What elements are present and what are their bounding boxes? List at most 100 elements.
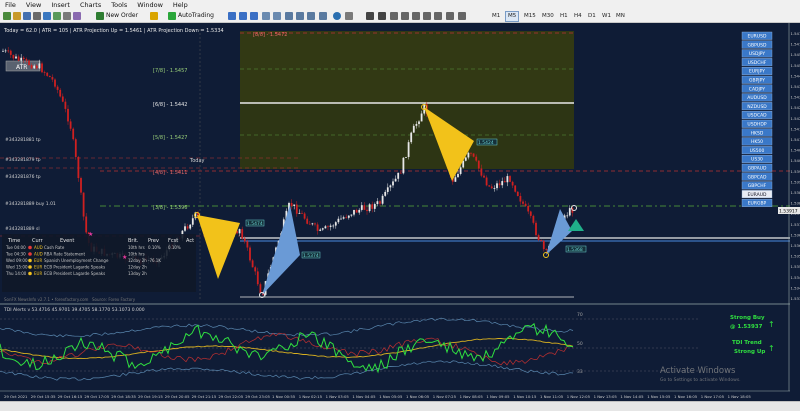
zoom-in-icon[interactable] — [262, 12, 270, 20]
timeframe-h1[interactable]: H1 — [557, 11, 571, 22]
trendline-icon[interactable] — [412, 12, 420, 20]
symbol-label[interactable]: EURAUD — [748, 192, 767, 198]
timeframe-w1[interactable]: W1 — [599, 11, 614, 22]
symbol-label[interactable]: GBPCHF — [748, 183, 767, 189]
navigator-icon[interactable] — [43, 12, 51, 20]
symbol-label[interactable]: HK50 — [751, 139, 763, 145]
zoom-out-icon[interactable] — [273, 12, 281, 20]
candle-body — [353, 210, 355, 215]
pattern-triangle-blue-1 — [262, 205, 300, 295]
time-tick: 1 Nov 12:05 — [567, 394, 591, 399]
tile-windows-icon[interactable] — [285, 12, 293, 20]
today-label: Today — [189, 158, 205, 164]
chart-window[interactable]: Today = 62.0 | ATR = 105 | ATR Projectio… — [0, 23, 800, 401]
candle-body — [260, 284, 262, 293]
candlestick-icon[interactable] — [239, 12, 247, 20]
candle-body — [44, 72, 46, 73]
symbol-label[interactable]: EURGBP — [748, 201, 767, 207]
symbol-label[interactable]: GBPCAD — [748, 174, 768, 180]
menu-insert[interactable]: Insert — [46, 0, 75, 10]
time-tick: 1 Nov 18:05 — [728, 394, 752, 399]
news-cell: Wed 09:00 — [6, 258, 28, 263]
new-chart-icon[interactable] — [3, 12, 11, 20]
symbol-label[interactable]: EURJPY — [749, 69, 765, 75]
symbol-label[interactable]: HKSD — [751, 130, 764, 136]
options-icon[interactable] — [73, 12, 81, 20]
news-cell: EUR — [34, 258, 42, 263]
news-header: Event — [60, 238, 74, 244]
candle-body — [239, 229, 241, 233]
atr-button[interactable]: ATR — [16, 64, 27, 71]
symbol-label[interactable]: USDCAD — [747, 113, 767, 119]
symbol-label[interactable]: NZDUSD — [747, 104, 767, 110]
autoscroll-icon[interactable] — [296, 12, 304, 20]
news-cell: Spanish Unemployment Change — [44, 258, 109, 263]
candle-body — [254, 267, 256, 271]
symbol-label[interactable]: USDCHF — [748, 60, 767, 66]
bar-chart-icon[interactable] — [228, 12, 236, 20]
menu-help[interactable]: Help — [168, 0, 193, 10]
data-window-icon[interactable] — [33, 12, 41, 20]
indicators-icon[interactable] — [319, 12, 327, 20]
current-price: 1.53917 — [779, 209, 798, 215]
menu-view[interactable]: View — [21, 0, 46, 10]
menu-file[interactable]: File — [0, 0, 21, 10]
candle-body — [481, 168, 483, 175]
symbol-label[interactable]: CADJPY — [749, 86, 766, 92]
vertical-line-icon[interactable] — [390, 12, 398, 20]
tester-icon[interactable] — [63, 12, 71, 20]
arrow-tool-icon[interactable] — [458, 12, 466, 20]
market-watch-icon[interactable] — [23, 12, 31, 20]
timeframe-m1[interactable]: M1 — [489, 11, 503, 22]
text-tool-icon[interactable] — [446, 12, 454, 20]
candle-body — [345, 217, 347, 218]
candle-body — [514, 185, 516, 191]
activate-windows-subtitle: Go to Settings to activate Windows. — [660, 377, 741, 383]
symbol-label[interactable]: GBPJPY — [749, 78, 765, 84]
symbol-label[interactable]: EURUSD — [748, 34, 767, 40]
candle-body — [241, 229, 243, 238]
menu-tools[interactable]: Tools — [106, 0, 132, 10]
timeframe-m5[interactable]: M5 — [505, 11, 519, 22]
metaeditor-icon[interactable] — [150, 12, 158, 20]
candle-body — [257, 271, 259, 284]
line-chart-icon[interactable] — [250, 12, 258, 20]
timeframe-d1[interactable]: D1 — [585, 11, 599, 22]
symbol-label[interactable]: US500 — [750, 148, 765, 154]
tdi-level-label: 50 — [577, 341, 583, 347]
news-cell: Tue 04:00 — [5, 245, 26, 250]
symbol-label[interactable]: GBPUSD — [748, 42, 767, 48]
timeframe-m15[interactable]: M15 — [521, 11, 539, 22]
impact-dot-icon — [28, 259, 32, 263]
templates-icon[interactable] — [345, 12, 353, 20]
cursor-icon[interactable] — [366, 12, 374, 20]
periods-icon[interactable] — [333, 12, 341, 20]
news-cell: AUD — [34, 252, 43, 257]
time-tick: 1 Nov 00:55 — [272, 394, 296, 399]
candle-body — [57, 87, 59, 90]
timeframe-m30[interactable]: M30 — [539, 11, 557, 22]
price-tick: 1.54080 — [791, 148, 800, 153]
chart-shift-icon[interactable] — [307, 12, 315, 20]
symbol-label[interactable]: US30 — [751, 157, 763, 163]
menu-charts[interactable]: Charts — [75, 0, 106, 10]
crosshair-icon[interactable] — [378, 12, 386, 20]
open-profile-icon[interactable] — [13, 12, 21, 20]
symbol-label[interactable]: USDJPY — [749, 51, 766, 57]
symbol-label[interactable]: USDHDP — [747, 122, 766, 128]
terminal-icon[interactable] — [53, 12, 61, 20]
news-header: Fcst — [168, 238, 178, 244]
chart-canvas[interactable]: Today = 62.0 | ATR = 105 | ATR Projectio… — [0, 23, 800, 401]
new-order-button[interactable]: New Order — [106, 11, 138, 21]
time-tick: 1 Nov 13:05 — [594, 394, 618, 399]
timeframe-mn[interactable]: MN — [613, 11, 628, 22]
menu-window[interactable]: Window — [132, 0, 168, 10]
price-tick: 1.54330 — [791, 95, 800, 100]
horizontal-line-icon[interactable] — [401, 12, 409, 20]
equidistant-channel-icon[interactable] — [423, 12, 431, 20]
symbol-label[interactable]: GBPAUD — [748, 166, 767, 172]
timeframe-h4[interactable]: H4 — [571, 11, 585, 22]
symbol-label[interactable]: AUDUSD — [747, 95, 767, 101]
fibonacci-icon[interactable] — [434, 12, 442, 20]
autotrading-button[interactable]: AutoTrading — [178, 11, 214, 21]
